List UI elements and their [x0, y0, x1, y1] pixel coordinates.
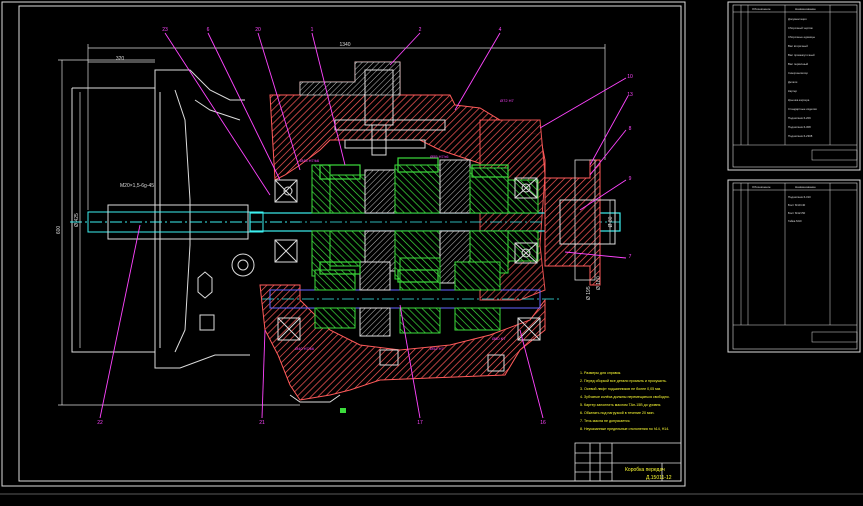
callout-6: 10	[627, 74, 633, 80]
spec1-row-1: Сборочный чертёж	[788, 26, 813, 30]
spec1-row-7: Детали	[788, 80, 798, 84]
dim-flange: Ø 80	[608, 216, 614, 227]
note-2: 3. Осевой люфт подшипников не более 0,05…	[580, 387, 661, 391]
title-name: Коробка передач	[625, 467, 665, 473]
dim-left-offset: 320	[116, 56, 125, 62]
spec2-row-2: Болт М12×50	[788, 211, 806, 215]
spec1-row-6: Синхронизатор	[788, 71, 808, 75]
callout-9: 9	[629, 176, 632, 182]
callout-0: 23	[162, 27, 168, 33]
spec1-row-9: Крышка картера	[788, 98, 810, 102]
spec1-row-13: Подшипник 6-2308	[788, 134, 813, 138]
note-5: 6. Обкатать под нагрузкой в течение 20 м…	[580, 411, 654, 415]
note-4: 5. Картер заполнить маслом ТАп-15В до ур…	[580, 403, 661, 407]
callout-13: 21	[259, 420, 265, 426]
note-0: 1. Размеры для справок.	[580, 371, 621, 375]
output-flange	[544, 159, 616, 286]
callout-10: 7	[629, 254, 632, 260]
dim-overall-length: 1340	[339, 42, 350, 48]
svg-text:Ø52 H7: Ø52 H7	[430, 346, 445, 351]
spec1-row-3: Вал вторичный	[788, 44, 808, 48]
drawing-canvas: 1340 320 600 Ø 425 Ø 80 М20×1,5-6g-45 Ø …	[0, 0, 863, 501]
spec2-col-a: Обозначение	[752, 185, 771, 189]
dim-height-total: 600	[56, 226, 62, 235]
dim-height-mid: Ø 425	[74, 213, 80, 227]
spec1-row-5: Вал первичный	[788, 62, 809, 66]
svg-text:Ø55 H7/r6: Ø55 H7/r6	[430, 154, 449, 159]
spec2-col-b: Наименование	[795, 185, 816, 189]
spec2-row-3: Гайка М10	[788, 219, 802, 223]
spec1-row-8: Картер	[788, 89, 797, 93]
spec1-row-10: Стандартные изделия	[788, 107, 817, 111]
spec1-rows: Документация Сборочный чертёж Сборочные …	[788, 17, 817, 138]
note-3: 4. Зубчатые колёса должны перемещаться с…	[580, 395, 670, 399]
dim-small-1: Ø 180	[596, 276, 602, 290]
spec2-rows: Подшипник 6-310 Болт М10×40 Болт М12×50 …	[788, 195, 811, 223]
spec1-col-b: Наименование	[795, 7, 816, 11]
note-6: 7. Течь масла не допускается.	[580, 419, 630, 423]
spec1-row-4: Вал промежуточный	[788, 53, 815, 57]
spec1-col-a: Обозначение	[752, 7, 771, 11]
callout-3: 1	[311, 27, 314, 33]
note-1: 2. Перед сборкой все детали промыть и пр…	[580, 379, 667, 383]
title-code: Д.15011-12	[646, 475, 672, 481]
callout-4: 2	[419, 27, 422, 33]
spec1-row-0: Документация	[788, 17, 807, 21]
svg-text:Ø80 K7: Ø80 K7	[492, 336, 506, 341]
callout-8: 8	[629, 126, 632, 132]
spec1-row-12: Подшипник 6-308	[788, 125, 811, 129]
callout-12: 17	[417, 420, 423, 426]
callout-2: 20	[255, 27, 261, 33]
svg-text:Ø45 H7/k6: Ø45 H7/k6	[300, 158, 320, 163]
svg-text:Ø72 H7: Ø72 H7	[500, 98, 515, 103]
assembly-drawing: 1340 320 600 Ø 425 Ø 80 М20×1,5-6g-45 Ø …	[0, 1, 863, 495]
spec1-row-2: Сборочные единицы	[788, 35, 815, 39]
callout-11: 16	[540, 420, 546, 426]
note-7: 8. Неуказанные предельные отклонения по …	[580, 427, 669, 431]
dim-shaft-thread: М20×1,5-6g-45	[120, 183, 154, 189]
callout-1: 6	[207, 27, 210, 33]
callout-7: 13	[627, 92, 633, 98]
spec2-row-0: Подшипник 6-310	[788, 195, 811, 199]
bell-housing	[71, 69, 255, 369]
spec2-row-1: Болт М10×40	[788, 203, 806, 207]
spec1-row-11: Подшипник 6-209	[788, 116, 811, 120]
callout-14: 22	[97, 420, 103, 426]
svg-text:Ø40 H7/k6: Ø40 H7/k6	[295, 346, 315, 351]
callout-5: 4	[499, 27, 502, 33]
technical-notes: 1. Размеры для справок. 2. Перед сборкой…	[580, 371, 670, 431]
dim-small-2: Ø 195	[586, 286, 592, 300]
green-marker	[340, 408, 346, 413]
